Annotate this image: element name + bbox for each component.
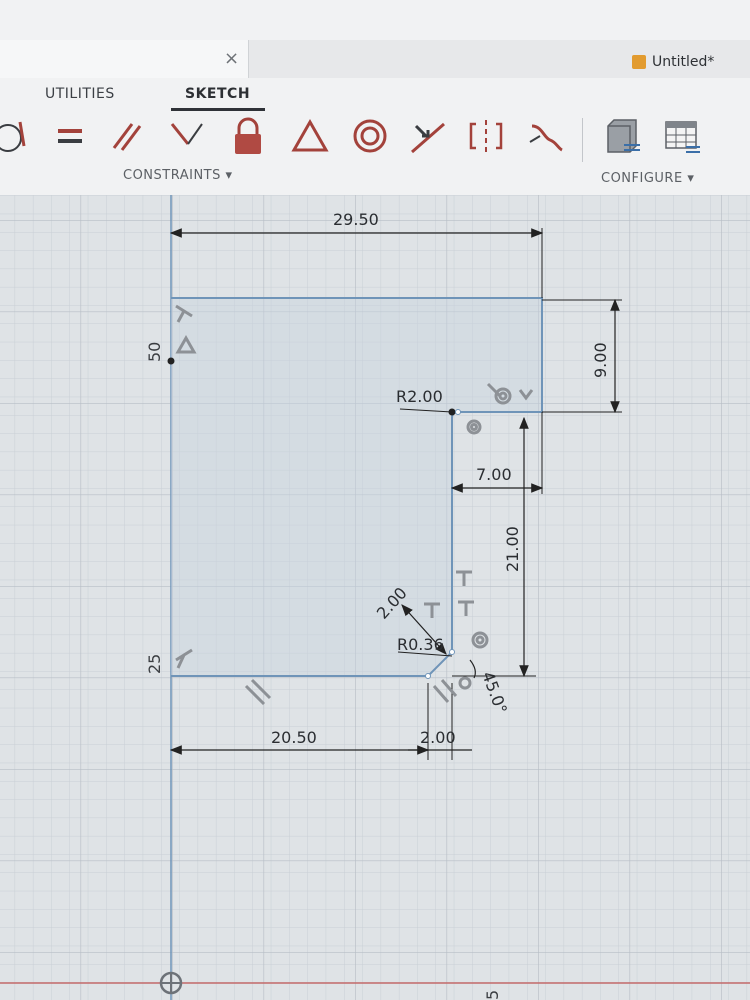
active-tab-indicator [171, 108, 265, 111]
curvature-icon[interactable] [524, 114, 568, 158]
sketch-palette-icon[interactable] [600, 114, 644, 158]
dim-bottom-left[interactable]: 20.50 [271, 728, 317, 747]
close-tab-icon[interactable]: × [224, 48, 239, 69]
constraints-dropdown[interactable]: CONSTRAINTS ▾ [123, 168, 233, 183]
document-cube-icon [632, 55, 646, 69]
tab-sketch[interactable]: SKETCH [185, 86, 250, 102]
tab-utilities[interactable]: UTILITIES [45, 86, 115, 102]
toolbar-area: × Untitled* UTILITIES SKETCH CONSTRAINTS… [0, 0, 750, 196]
midpoint-icon[interactable] [406, 114, 450, 158]
dim-small-radius[interactable]: R0.36 [397, 635, 444, 654]
perpendicular-icon[interactable] [164, 114, 208, 158]
parallel-icon[interactable] [104, 114, 148, 158]
sketch-point[interactable] [455, 409, 461, 415]
equal-icon[interactable] [48, 114, 92, 158]
dim-bottom-gap[interactable]: 2.00 [420, 728, 456, 747]
horizontal-vertical-icon[interactable] [288, 114, 332, 158]
sketch-drawing: 29.50 9.00 R2.00 7.00 21.00 2.00 R0.36 4… [0, 195, 750, 1000]
document-title[interactable]: Untitled* [632, 54, 714, 70]
tangent-icon[interactable] [0, 114, 34, 158]
sketch-point[interactable] [449, 649, 455, 655]
sketch-point[interactable] [448, 408, 456, 416]
document-tab[interactable] [0, 40, 249, 78]
constraint-toolbar [0, 114, 750, 166]
sketch-canvas[interactable]: 29.50 9.00 R2.00 7.00 21.00 2.00 R0.36 4… [0, 195, 750, 1000]
fix-lock-icon[interactable] [226, 114, 270, 158]
concentric-icon[interactable] [348, 114, 392, 158]
grid-label-25: 25 [145, 654, 164, 674]
dim-right-height[interactable]: 9.00 [591, 342, 610, 378]
dim-inner-width[interactable]: 7.00 [476, 465, 512, 484]
sketch-point[interactable] [425, 673, 431, 679]
fusion-window: × Untitled* UTILITIES SKETCH CONSTRAINTS… [0, 0, 750, 1000]
dim-inner-height[interactable]: 21.00 [503, 526, 522, 572]
dim-fillet-radius[interactable]: R2.00 [396, 387, 443, 406]
toolbar-divider [582, 118, 583, 162]
sketch-point[interactable] [167, 357, 175, 365]
grid-label-50: 50 [145, 342, 164, 362]
dim-top-width[interactable]: 29.50 [333, 210, 379, 229]
symmetry-icon[interactable] [464, 114, 508, 158]
configure-dropdown[interactable]: CONFIGURE ▾ [601, 171, 694, 186]
document-title-text: Untitled* [652, 54, 715, 70]
table-icon[interactable] [660, 114, 704, 158]
grid-label-5: 5 [483, 990, 502, 1000]
